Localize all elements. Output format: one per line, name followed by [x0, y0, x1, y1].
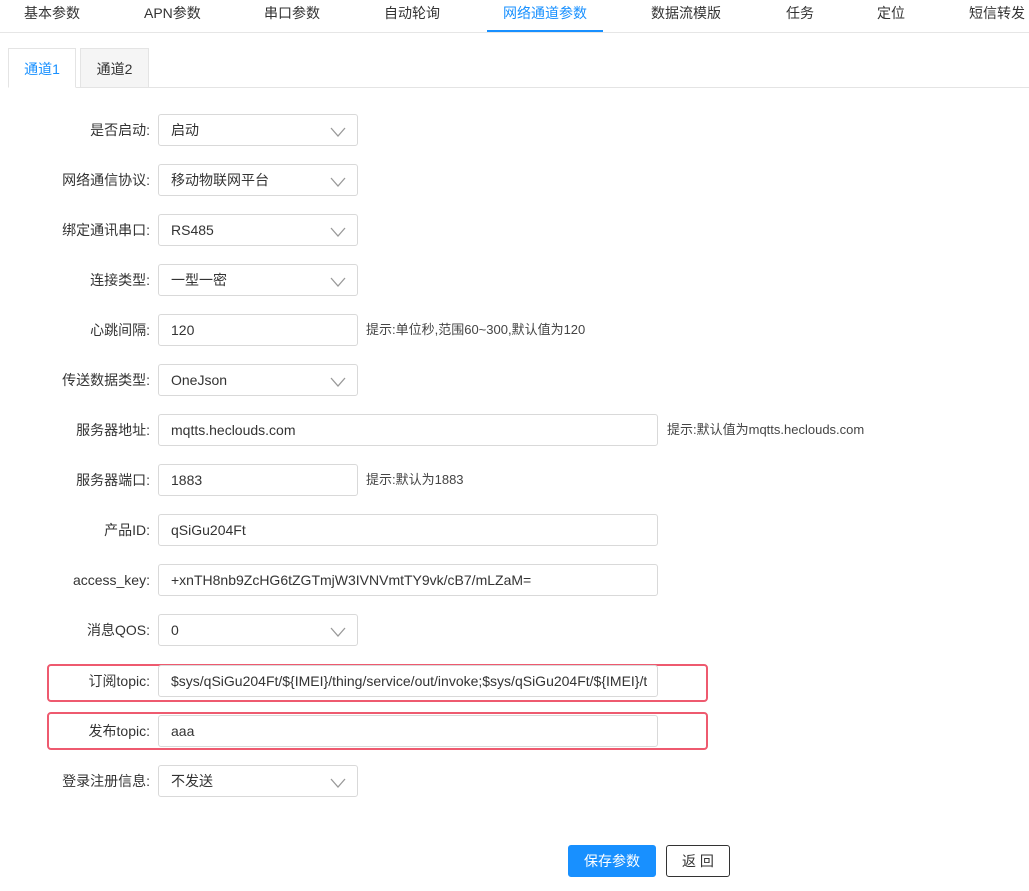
server-port-input[interactable]: [159, 465, 357, 495]
data-type-select[interactable]: OneJson: [158, 364, 358, 396]
server-address-hint: 提示:默认值为mqtts.heclouds.com: [667, 422, 865, 437]
access-key-field[interactable]: [158, 564, 658, 596]
publish-topic-field[interactable]: [158, 715, 658, 747]
form-row-server-address: 服务器地址: 提示:默认值为mqtts.heclouds.com: [0, 414, 1029, 446]
publish-topic-label: 发布topic:: [88, 723, 150, 739]
active-nav-indicator: [487, 30, 603, 32]
form-row-publish-topic: 发布topic:: [0, 715, 1029, 747]
nav-location[interactable]: 定位: [877, 0, 905, 32]
qos-label: 消息QOS:: [86, 622, 150, 638]
chevron-down-icon: [330, 277, 346, 287]
register-info-label: 登录注册信息:: [62, 773, 150, 789]
product-id-input[interactable]: [159, 515, 657, 545]
nav-sms-forward[interactable]: 短信转发: [969, 0, 1025, 32]
chevron-down-icon: [330, 778, 346, 788]
tab-channel-2[interactable]: 通道2: [80, 48, 149, 88]
server-address-field[interactable]: [158, 414, 658, 446]
protocol-value: 移动物联网平台: [171, 172, 269, 188]
back-button[interactable]: 返 回: [666, 845, 730, 877]
product-id-field[interactable]: [158, 514, 658, 546]
subscribe-topic-label: 订阅topic:: [88, 673, 150, 689]
form-row-data-type: 传送数据类型: OneJson: [0, 364, 1029, 396]
enable-value: 启动: [171, 122, 199, 138]
data-type-label: 传送数据类型:: [62, 372, 150, 388]
chevron-down-icon: [330, 377, 346, 387]
qos-value: 0: [171, 622, 179, 638]
form-row-access-key: access_key:: [0, 564, 1029, 596]
save-params-button[interactable]: 保存参数: [568, 845, 656, 877]
nav-apn-params[interactable]: APN参数: [144, 0, 201, 32]
heartbeat-hint: 提示:单位秒,范围60~300,默认值为120: [366, 322, 586, 337]
nav-network-channel-params[interactable]: 网络通道参数: [503, 0, 587, 32]
serial-value: RS485: [171, 222, 214, 238]
register-info-select[interactable]: 不发送: [158, 765, 358, 797]
connection-type-label: 连接类型:: [90, 272, 150, 288]
form-row-register-info: 登录注册信息: 不发送: [0, 765, 1029, 797]
nav-data-stream-template[interactable]: 数据流模版: [651, 0, 721, 32]
heartbeat-field[interactable]: [158, 314, 358, 346]
connection-type-select[interactable]: 一型一密: [158, 264, 358, 296]
server-port-label: 服务器端口:: [76, 472, 150, 488]
form-row-enable: 是否启动: 启动: [0, 114, 1029, 146]
chevron-down-icon: [330, 127, 346, 137]
enable-label: 是否启动:: [90, 122, 150, 138]
qos-select[interactable]: 0: [158, 614, 358, 646]
heartbeat-label: 心跳间隔:: [90, 322, 150, 338]
form-row-connection-type: 连接类型: 一型一密: [0, 264, 1029, 296]
form-row-qos: 消息QOS: 0: [0, 614, 1029, 646]
data-type-value: OneJson: [171, 372, 228, 388]
nav-tasks[interactable]: 任务: [786, 0, 814, 32]
server-port-field[interactable]: [158, 464, 358, 496]
channel-tabs: 通道1 通道2: [8, 48, 1029, 88]
subscribe-topic-field[interactable]: [158, 665, 658, 697]
server-port-hint: 提示:默认为1883: [366, 472, 464, 487]
chevron-down-icon: [330, 627, 346, 637]
form-row-product-id: 产品ID:: [0, 514, 1029, 546]
tab-divider: [8, 87, 1029, 88]
form-row-heartbeat: 心跳间隔: 提示:单位秒,范围60~300,默认值为120: [0, 314, 1029, 346]
connection-type-value: 一型一密: [171, 272, 227, 288]
chevron-down-icon: [330, 227, 346, 237]
chevron-down-icon: [330, 177, 346, 187]
register-info-value: 不发送: [171, 773, 213, 789]
tab-channel-1[interactable]: 通道1: [8, 48, 76, 88]
form-row-subscribe-topic: 订阅topic:: [0, 665, 1029, 697]
heartbeat-input[interactable]: [159, 315, 357, 345]
form-row-serial: 绑定通讯串口: RS485: [0, 214, 1029, 246]
nav-basic-params[interactable]: 基本参数: [24, 0, 80, 32]
access-key-label: access_key:: [72, 572, 150, 588]
enable-select[interactable]: 启动: [158, 114, 358, 146]
product-id-label: 产品ID:: [104, 522, 150, 538]
server-address-label: 服务器地址:: [76, 422, 150, 438]
top-nav: 基本参数 APN参数 串口参数 自动轮询 网络通道参数 数据流模版 任务 定位 …: [0, 0, 1029, 33]
form-row-protocol: 网络通信协议: 移动物联网平台: [0, 164, 1029, 196]
nav-serial-params[interactable]: 串口参数: [264, 0, 320, 32]
nav-auto-polling[interactable]: 自动轮询: [384, 0, 440, 32]
serial-select[interactable]: RS485: [158, 214, 358, 246]
server-address-input[interactable]: [159, 415, 657, 445]
access-key-input[interactable]: [159, 565, 657, 595]
protocol-label: 网络通信协议:: [62, 172, 150, 188]
serial-label: 绑定通讯串口:: [62, 222, 150, 238]
protocol-select[interactable]: 移动物联网平台: [158, 164, 358, 196]
form-row-server-port: 服务器端口: 提示:默认为1883: [0, 464, 1029, 496]
subscribe-topic-input[interactable]: [159, 666, 657, 696]
publish-topic-input[interactable]: [159, 716, 657, 746]
